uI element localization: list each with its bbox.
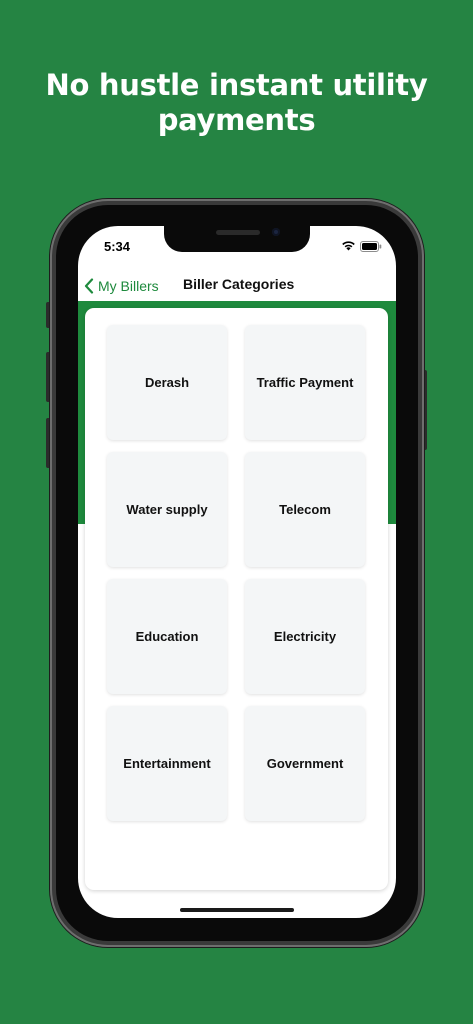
wifi-icon xyxy=(342,241,355,251)
category-label: Government xyxy=(266,756,344,771)
chevron-left-icon xyxy=(84,278,94,294)
category-label: Telecom xyxy=(279,502,331,517)
category-tile-education[interactable]: Education xyxy=(107,579,227,694)
page-title: Biller Categories xyxy=(183,276,295,292)
category-label: Education xyxy=(135,629,199,644)
category-tile-electricity[interactable]: Electricity xyxy=(245,579,365,694)
home-indicator[interactable] xyxy=(180,908,294,912)
headline-line-2: payments xyxy=(157,103,316,137)
category-tile-entertainment[interactable]: Entertainment xyxy=(107,706,227,821)
navigation-bar: My Billers Biller Categories xyxy=(78,271,396,301)
category-label: Traffic Payment xyxy=(256,375,354,390)
notch xyxy=(164,226,310,252)
category-label: Derash xyxy=(144,375,190,390)
marketing-headline: No hustle instant utility payments xyxy=(0,68,473,138)
speaker-grille xyxy=(216,230,260,235)
category-tile-government[interactable]: Government xyxy=(245,706,365,821)
category-tile-derash[interactable]: Derash xyxy=(107,325,227,440)
back-button[interactable]: My Billers xyxy=(84,275,159,297)
headline-line-1: No hustle instant utility xyxy=(45,68,428,102)
category-tile-traffic-payment[interactable]: Traffic Payment xyxy=(245,325,365,440)
categories-card: Derash Traffic Payment Water supply Tele… xyxy=(85,308,388,890)
battery-icon xyxy=(360,241,382,252)
back-button-label: My Billers xyxy=(98,278,159,294)
category-tile-water-supply[interactable]: Water supply xyxy=(107,452,227,567)
category-label: Entertainment xyxy=(123,756,211,771)
camera-icon xyxy=(272,228,280,236)
category-label: Water supply xyxy=(126,502,208,517)
category-label: Electricity xyxy=(273,629,337,644)
phone-screen: 5:34 My Billers Biller Categories Derash… xyxy=(78,226,396,918)
status-time: 5:34 xyxy=(104,239,131,254)
category-tile-telecom[interactable]: Telecom xyxy=(245,452,365,567)
